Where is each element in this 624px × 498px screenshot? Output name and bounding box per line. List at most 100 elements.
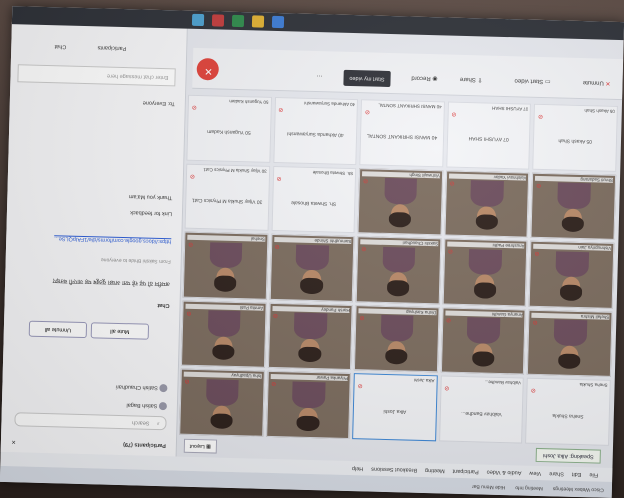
chat-recipient-select[interactable]: To: Everyone (143, 100, 175, 107)
mic-off-icon: ⊘ (359, 314, 365, 321)
mic-off-icon: ⊘ (446, 316, 452, 323)
participant-tile[interactable]: Shefali Mishra ⊘ (527, 309, 613, 378)
chat-message: अमरीन ठो पढ़ रहे पता अच्छा यूट्यूब यह जा… (52, 277, 171, 287)
participants-panel-button[interactable]: Participants (97, 44, 126, 51)
menu-help[interactable]: Help (352, 465, 363, 471)
participant-tile[interactable]: Amrita Patil ⊘ (180, 300, 267, 369)
participant-tile[interactable]: 50 Yugansh Kadam 50 Yugansh Kadam ⊘ (186, 94, 272, 163)
menu-meeting[interactable]: Meeting (425, 467, 445, 474)
participant-tile[interactable]: 30 Vijay Shukla M Physics Cat1 30 Vijay S… (184, 163, 270, 232)
participant-tile[interactable]: Isha Upadhyay ⊘ (179, 369, 265, 437)
app-icon[interactable] (211, 14, 225, 27)
camera-icon: ▭ (543, 77, 551, 85)
participant-name-label: Ananya Gandhi (445, 310, 523, 318)
participant-video (466, 317, 501, 367)
menu-breakout[interactable]: Breakout Sessions (371, 466, 417, 473)
participant-tile[interactable]: Alka Joshi Alka Joshi ⊘ (352, 373, 438, 442)
participant-name-label: Sh. Shweta Bhosale (312, 169, 354, 176)
participant-video (555, 251, 589, 301)
record-label: Record (411, 74, 431, 82)
mic-off-icon: ⊘ (186, 309, 192, 316)
mic-off-icon: ⊘ (530, 387, 536, 394)
menu-file[interactable]: File (589, 471, 598, 477)
participant-tile[interactable]: Samrudhhi Shinde ⊘ (269, 234, 355, 302)
record-button[interactable]: ◉ Record (411, 75, 437, 83)
participant-tile[interactable]: 40 MANSI SHRIKANT SONTAL 40 MANSI SHRIKAN… (359, 99, 445, 168)
participant-name-label: 05 Akash Shah (584, 108, 615, 114)
mic-off-icon: ⊘ (188, 240, 194, 248)
participant-name-label: Isha Upadhyay (183, 372, 262, 380)
chat-panel-button[interactable]: Chat (55, 43, 67, 49)
start-my-video-button[interactable]: Start my video (343, 69, 391, 87)
participant-tile[interactable]: Snehal ⊘ (182, 231, 269, 300)
participant-name-label: Samrudhhi Shinde (273, 237, 352, 245)
participant-tile[interactable]: Harsh Pandey ⊘ (267, 302, 353, 371)
participant-tile[interactable]: Disha Kashyap ⊘ (354, 304, 440, 373)
share-button[interactable]: ⇪ Share (460, 76, 483, 84)
participant-center-name: 07 AYUSHI SHAH (468, 135, 509, 143)
participant-tile[interactable]: Anushree Padhi ⊘ (442, 238, 528, 307)
avatar (159, 384, 168, 393)
menu-view[interactable]: View (529, 470, 541, 476)
participant-tile[interactable]: Priyanka Pawar ⊘ (265, 371, 352, 440)
participant-tile[interactable]: Sakshi Chaudhari ⊘ (355, 236, 442, 305)
hide-menu-bar-link[interactable]: Hide Menu Bar (472, 483, 506, 490)
layout-button[interactable]: ▦ Layout (183, 438, 218, 454)
mic-off-icon: ⊘ (357, 382, 363, 389)
chat-sender: From Sakshi Bhide to everyone (100, 256, 171, 265)
participant-name-label: Priyanka Pawar (270, 374, 348, 382)
participant-row[interactable]: Satish Chaudhari (116, 383, 168, 393)
participant-tile[interactable]: 40 Akhanda Suryawanshi 40 Akhanda Suryawa… (272, 96, 359, 165)
meeting-info-link[interactable]: Meeting Info (515, 484, 543, 491)
participant-tile[interactable]: Vishnupriya Jain ⊘ (529, 240, 615, 309)
participant-name-label: Vaibhav Bandhe... (484, 379, 522, 386)
menu-participant[interactable]: Participant (453, 468, 479, 475)
participant-tile[interactable]: Shruti Sadarang ⊘ (530, 172, 617, 241)
participant-name-label: Sneha Shukla (579, 382, 608, 389)
more-options-icon[interactable]: ⋯ (317, 72, 323, 79)
unmute-label: Unmute (582, 79, 604, 86)
menu-edit[interactable]: Edit (572, 471, 582, 477)
participant-tile[interactable]: 07 AYUSHI SHAH 07 AYUSHI SHAH ⊘ (446, 101, 532, 170)
folder-icon[interactable] (251, 15, 265, 28)
participant-tile[interactable]: Vaishnavi Yadav ⊘ (444, 170, 530, 238)
mic-off-icon: ⊘ (444, 384, 450, 392)
participant-video (209, 241, 243, 292)
participant-center-name: Sh. Shweta Bhosale (291, 199, 337, 207)
participant-search-input[interactable]: ⌕ Search (14, 412, 167, 431)
unmute-button[interactable]: ✕ Unmute (583, 79, 611, 87)
chat-input[interactable]: Enter chat message here (17, 64, 176, 87)
chat-placeholder: Enter chat message here (107, 72, 169, 81)
avatar (158, 402, 168, 411)
layout-label: Layout (189, 442, 205, 450)
edge-icon[interactable] (271, 15, 285, 29)
participant-tile[interactable]: Sh. Shweta Bhosale Sh. Shweta Bhosale ⊘ (271, 165, 357, 234)
end-meeting-button[interactable]: ✕ (196, 57, 220, 81)
participant-tile[interactable]: 05 Akash Shah 05 Akash Shah ⊘ (532, 103, 618, 172)
app-title: Cisco Webex Meetings (552, 485, 604, 493)
participant-tile[interactable]: Ananya Gandhi ⊘ (440, 307, 526, 376)
webex-icon[interactable] (191, 13, 205, 27)
participant-tile[interactable]: Sneha Shukla Sneha Shukla ⊘ (525, 378, 611, 446)
close-icon[interactable]: ✕ (11, 438, 16, 444)
unmute-all-button[interactable]: Unmute all (28, 320, 88, 339)
start-video-button[interactable]: ▭ Start video (514, 77, 550, 85)
participant-tile[interactable]: Vishwajit Singh ⊘ (357, 167, 444, 236)
chat-header: Chat (157, 301, 170, 309)
participant-name-label: Snehal (187, 234, 265, 242)
chat-message: Link for feedback (130, 209, 173, 217)
participant-video (380, 315, 414, 365)
mute-all-button[interactable]: Mute all (90, 322, 150, 340)
chat-link[interactable]: https://docs.google.com/forms/d/e/1FAIpQ… (15, 234, 171, 244)
participant-row[interactable]: Satish Bagal (126, 401, 168, 411)
video-grid: Sneha Shukla Sneha Shukla ⊘ Vaibhav Bandhe.… (179, 94, 618, 446)
search-icon: ⌕ (156, 419, 160, 427)
mic-off-icon: ⊘ (447, 247, 453, 254)
participant-name-label: Amrita Patil (185, 303, 264, 311)
mic-off-icon: ✕ (603, 79, 611, 86)
menu-share[interactable]: Share (549, 470, 564, 476)
chrome-icon[interactable] (231, 14, 245, 28)
search-placeholder: Search (131, 419, 150, 426)
menu-audio-video[interactable]: Audio & Video (487, 469, 522, 476)
participant-tile[interactable]: Vaibhav Bandhe... Vaibhav Bandhe... ⊘ (438, 375, 525, 444)
